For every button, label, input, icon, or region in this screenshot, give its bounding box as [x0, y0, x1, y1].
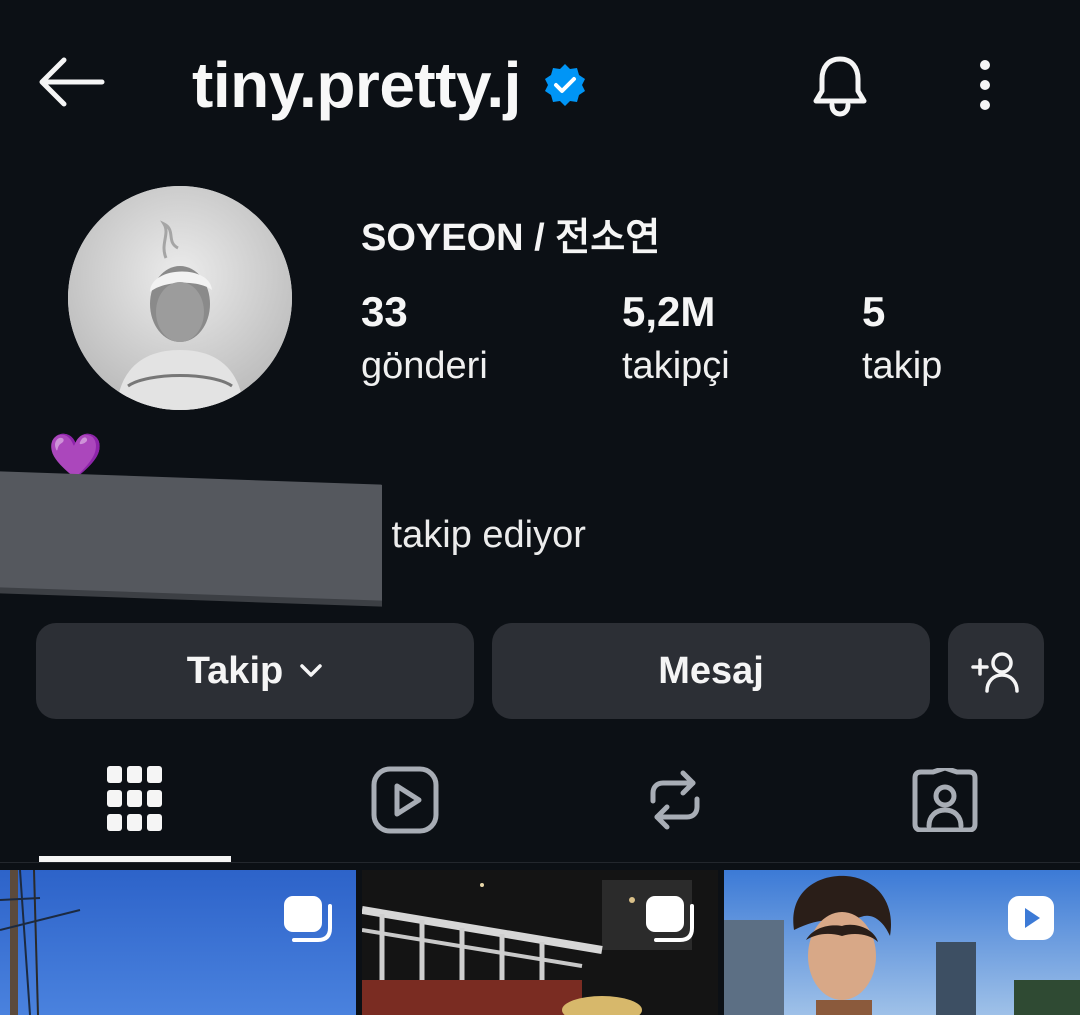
followed-by-text[interactable]: ıl takip ediyor	[362, 514, 586, 557]
post-thumbnail-3[interactable]	[724, 870, 1080, 1015]
carousel-icon	[284, 896, 332, 942]
reels-icon	[371, 766, 439, 834]
tab-posts[interactable]	[0, 740, 270, 860]
reel-play-icon	[1008, 896, 1054, 940]
notifications-button[interactable]	[800, 40, 880, 130]
tab-tagged[interactable]	[810, 740, 1080, 860]
back-button[interactable]	[28, 44, 114, 120]
follow-button[interactable]: Takip	[36, 623, 474, 719]
stat-following-label: takip	[862, 345, 943, 387]
tab-reposts[interactable]	[540, 740, 810, 860]
stat-followers-label: takipçi	[622, 345, 730, 387]
grid-icon	[107, 766, 162, 831]
chevron-down-icon	[300, 664, 322, 677]
add-person-icon	[971, 652, 1019, 693]
follow-button-label: Takip	[186, 649, 284, 692]
tab-divider	[0, 862, 1080, 863]
repost-icon	[650, 770, 700, 830]
post-image-1	[0, 870, 356, 1015]
profile-username: tiny.pretty.j	[192, 49, 521, 121]
more-vertical-icon	[980, 60, 990, 110]
display-name: SOYEON / 전소연	[361, 217, 661, 259]
message-button-label: Mesaj	[658, 649, 764, 692]
stat-followers-count: 5,2M	[622, 288, 716, 335]
message-button[interactable]: Mesaj	[492, 623, 930, 719]
back-arrow-icon	[39, 57, 105, 107]
stat-posts[interactable]: 33 gönderi	[361, 288, 488, 396]
redaction-block	[0, 471, 382, 601]
post-image-3	[724, 870, 1080, 1015]
stat-posts-count: 33	[361, 288, 408, 335]
post-thumbnail-2[interactable]	[362, 870, 718, 1015]
more-options-button[interactable]	[950, 40, 1020, 130]
stat-following-count: 5	[862, 288, 886, 335]
profile-avatar[interactable]	[68, 186, 292, 410]
bell-icon	[813, 56, 867, 117]
avatar-photo	[68, 186, 292, 410]
stat-followers[interactable]: 5,2M takipçi	[622, 288, 730, 396]
add-person-button[interactable]	[948, 623, 1044, 719]
carousel-icon	[646, 896, 694, 942]
stat-following[interactable]: 5 takip	[862, 288, 942, 396]
post-image-2	[362, 870, 718, 1015]
post-thumbnail-1[interactable]	[0, 870, 356, 1015]
tab-reels[interactable]	[270, 740, 540, 860]
verified-badge-icon	[544, 64, 585, 106]
tagged-person-icon	[912, 768, 978, 832]
header-title: tiny.pretty.j	[192, 40, 587, 130]
stat-posts-label: gönderi	[361, 345, 488, 387]
active-tab-indicator	[39, 856, 231, 862]
